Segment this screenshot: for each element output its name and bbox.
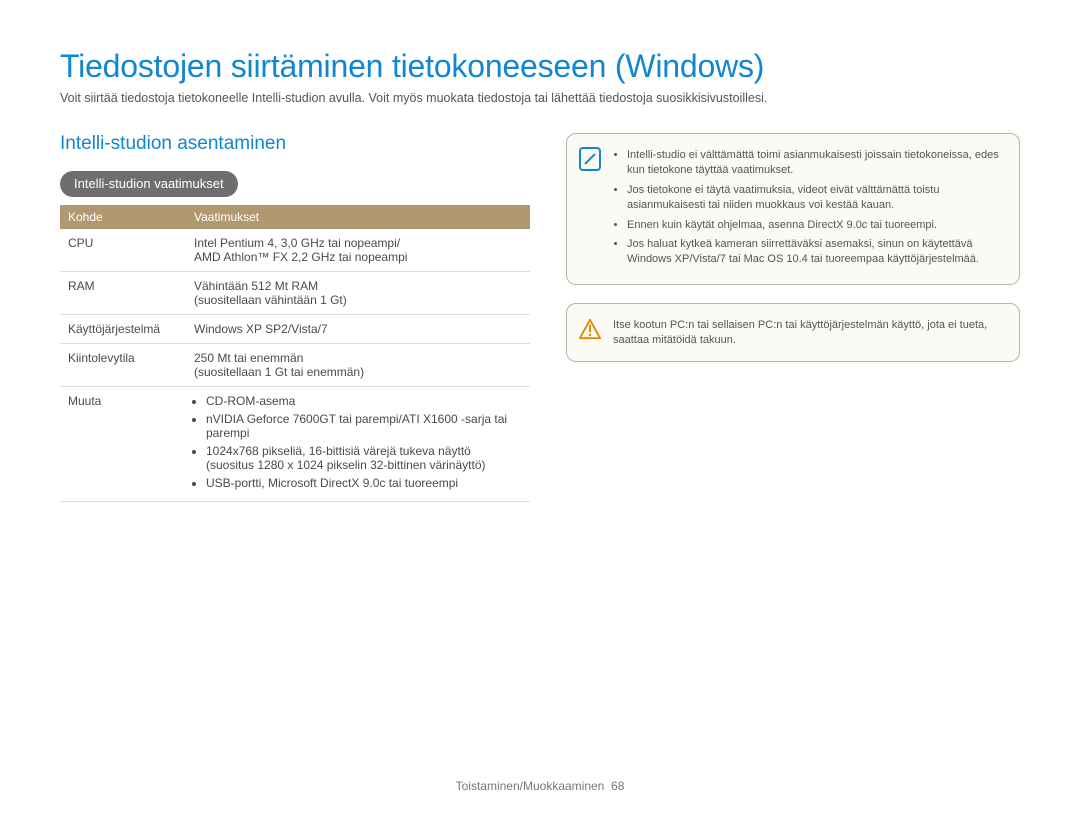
intro-text: Voit siirtää tiedostoja tietokoneelle In…	[60, 91, 1020, 105]
warning-text: Itse kootun PC:n tai sellaisen PC:n tai …	[613, 319, 987, 346]
table-row: Kiintolevytila 250 Mt tai enemmän (suosi…	[60, 344, 530, 387]
list-item: Jos haluat kytkeä kameran siirrettäväksi…	[627, 237, 1003, 268]
page-title: Tiedostojen siirtäminen tietokoneeseen (…	[60, 48, 1020, 85]
table-row: CPU Intel Pentium 4, 3,0 GHz tai nopeamp…	[60, 229, 530, 272]
hdd-label: Kiintolevytila	[60, 344, 186, 387]
cpu-value: Intel Pentium 4, 3,0 GHz tai nopeampi/ A…	[186, 229, 530, 272]
os-value: Windows XP SP2/Vista/7	[186, 315, 530, 344]
requirements-badge: Intelli-studion vaatimukset	[60, 171, 238, 197]
list-item: Intelli-studio ei välttämättä toimi asia…	[627, 148, 1003, 179]
ram-line2: (suositellaan vähintään 1 Gt)	[194, 293, 347, 307]
cpu-line1: Intel Pentium 4, 3,0 GHz tai nopeampi/	[194, 236, 400, 250]
os-label: Käyttöjärjestelmä	[60, 315, 186, 344]
other-bullets: CD-ROM-asema nVIDIA Geforce 7600GT tai p…	[194, 394, 522, 490]
hdd-line2: (suositellaan 1 Gt tai enemmän)	[194, 365, 364, 379]
left-column: Intelli-studion asentaminen Intelli-stud…	[60, 133, 530, 502]
warning-icon	[579, 318, 601, 340]
list-item: nVIDIA Geforce 7600GT tai parempi/ATI X1…	[206, 412, 522, 440]
table-row: Käyttöjärjestelmä Windows XP SP2/Vista/7	[60, 315, 530, 344]
note-icon	[579, 148, 601, 170]
ram-value: Vähintään 512 Mt RAM (suositellaan vähin…	[186, 272, 530, 315]
note-list: Intelli-studio ei välttämättä toimi asia…	[613, 148, 1003, 268]
requirements-table: Kohde Vaatimukset CPU Intel Pentium 4, 3…	[60, 205, 530, 502]
document-page: Tiedostojen siirtäminen tietokoneeseen (…	[0, 0, 1080, 815]
hdd-line1: 250 Mt tai enemmän	[194, 351, 303, 365]
warning-box: Itse kootun PC:n tai sellaisen PC:n tai …	[566, 303, 1020, 362]
note-box: Intelli-studio ei välttämättä toimi asia…	[566, 133, 1020, 285]
hdd-value: 250 Mt tai enemmän (suositellaan 1 Gt ta…	[186, 344, 530, 387]
list-item: USB-portti, Microsoft DirectX 9.0c tai t…	[206, 476, 522, 490]
table-row: RAM Vähintään 512 Mt RAM (suositellaan v…	[60, 272, 530, 315]
cpu-label: CPU	[60, 229, 186, 272]
footer-page-number: 68	[611, 779, 624, 793]
list-item: Ennen kuin käytät ohjelmaa, asenna Direc…	[627, 218, 1003, 233]
list-item: Jos tietokone ei täytä vaatimuksia, vide…	[627, 183, 1003, 214]
right-column: Intelli-studio ei välttämättä toimi asia…	[566, 133, 1020, 502]
section-heading: Intelli-studion asentaminen	[60, 133, 530, 155]
list-item: CD-ROM-asema	[206, 394, 522, 408]
footer-section-label: Toistaminen/Muokkaaminen	[456, 779, 605, 793]
other-value: CD-ROM-asema nVIDIA Geforce 7600GT tai p…	[186, 387, 530, 502]
cpu-line2: AMD Athlon™ FX 2,2 GHz tai nopeampi	[194, 250, 407, 264]
other-label: Muuta	[60, 387, 186, 502]
ram-label: RAM	[60, 272, 186, 315]
list-item: 1024x768 pikseliä, 16-bittisiä värejä tu…	[206, 444, 522, 472]
two-column-layout: Intelli-studion asentaminen Intelli-stud…	[60, 133, 1020, 502]
table-row: Muuta CD-ROM-asema nVIDIA Geforce 7600GT…	[60, 387, 530, 502]
table-header-col1: Kohde	[60, 205, 186, 229]
table-header-row: Kohde Vaatimukset	[60, 205, 530, 229]
page-footer: Toistaminen/Muokkaaminen 68	[0, 779, 1080, 793]
table-header-col2: Vaatimukset	[186, 205, 530, 229]
ram-line1: Vähintään 512 Mt RAM	[194, 279, 318, 293]
